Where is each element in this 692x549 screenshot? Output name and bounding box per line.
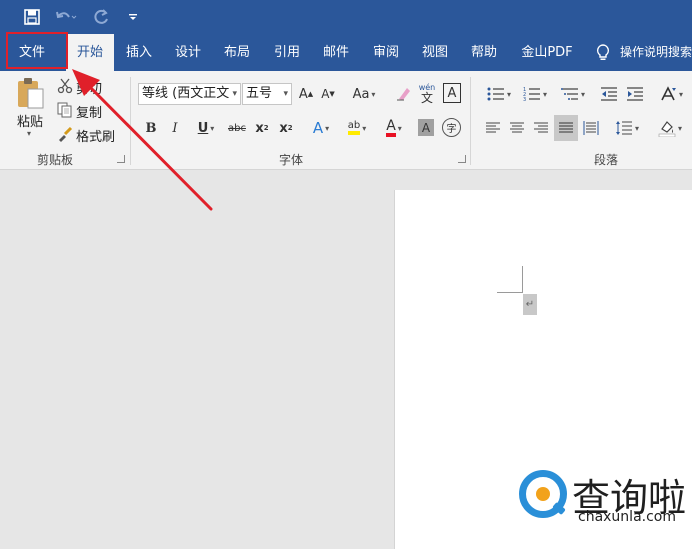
paste-icon[interactable] xyxy=(14,77,46,111)
strikethrough-glyph: abc xyxy=(228,122,246,134)
shading-button[interactable]: ▾ xyxy=(653,117,687,139)
font-size-value: 五号 xyxy=(246,86,273,101)
undo-icon[interactable] xyxy=(54,7,78,27)
quick-access-toolbar xyxy=(0,0,692,34)
underline-glyph: U xyxy=(197,120,209,136)
save-icon[interactable] xyxy=(22,7,42,27)
font-size-combo[interactable]: 五号 ▾ xyxy=(242,83,292,105)
shrink-font-glyph: A xyxy=(321,87,330,101)
align-right-icon[interactable] xyxy=(532,117,550,139)
tab-layout[interactable]: 布局 xyxy=(214,34,260,71)
font-name-combo[interactable]: 等线 (西文正文 ▾ xyxy=(138,83,241,105)
enclose-characters-glyph: 字 xyxy=(446,124,457,135)
grow-font-glyph: A xyxy=(298,86,308,102)
tab-review[interactable]: 审阅 xyxy=(362,34,410,71)
chevron-down-icon: ▾ xyxy=(283,89,288,99)
clipboard-launcher-icon[interactable] xyxy=(117,155,125,163)
watermark-url: chaxunla.com xyxy=(578,509,676,525)
chevron-down-icon: ▾ xyxy=(232,89,237,99)
italic-glyph: I xyxy=(172,120,178,136)
distributed-icon[interactable] xyxy=(581,117,601,139)
highlight-glyph: ab xyxy=(347,121,361,135)
tab-view[interactable]: 视图 xyxy=(412,34,458,71)
paragraph-group-label: 段落 xyxy=(594,153,619,167)
line-spacing-button[interactable]: ▾ xyxy=(611,117,643,139)
text-effects-glyph: A xyxy=(312,119,324,137)
font-color-glyph: A xyxy=(386,119,396,137)
paste-dropdown-arrow[interactable]: ▾ xyxy=(27,129,31,138)
text-effects-button[interactable]: A ▾ xyxy=(306,117,336,139)
tab-insert[interactable]: 插入 xyxy=(116,34,162,71)
paste-label[interactable]: 粘贴 xyxy=(17,111,43,130)
phonetic-bottom: 文 xyxy=(420,91,433,105)
subscript-small: 2 xyxy=(263,124,269,132)
tab-home[interactable]: 开始 xyxy=(66,34,114,71)
svg-text:3: 3 xyxy=(523,97,526,102)
numbering-button[interactable]: 1 2 3 ▾ xyxy=(519,83,551,105)
change-case-label: Aa xyxy=(352,86,370,102)
redo-icon[interactable] xyxy=(92,7,112,27)
increase-indent-icon[interactable] xyxy=(624,83,646,105)
bold-icon[interactable]: B xyxy=(143,117,159,139)
strikethrough-icon[interactable]: abc xyxy=(226,117,248,139)
character-shading-glyph: A xyxy=(421,120,431,135)
ribbon-tabs: 文件 开始 插入 设计 布局 引用 邮件 审阅 视图 帮助 金山PDF 操作说明… xyxy=(0,34,692,71)
tab-references[interactable]: 引用 xyxy=(264,34,310,71)
group-divider xyxy=(470,77,471,165)
bold-glyph: B xyxy=(145,120,157,136)
tell-me-search[interactable]: 操作说明搜索 xyxy=(620,34,692,71)
ribbon-home: 粘贴 ▾ 剪切 复制 格式刷 剪贴板 等线 (西文正文 ▾ 五号 ▾ A ▲ A ▼… xyxy=(0,71,692,170)
copy-label[interactable]: 复制 xyxy=(76,102,102,121)
customize-qat-icon[interactable] xyxy=(126,7,140,27)
change-case-button[interactable]: Aa ▾ xyxy=(348,83,380,105)
format-painter-label[interactable]: 格式刷 xyxy=(76,126,115,145)
superscript-small: 2 xyxy=(287,124,293,132)
tab-mailings[interactable]: 邮件 xyxy=(313,34,359,71)
format-painter-icon[interactable] xyxy=(56,125,74,143)
font-group-label: 字体 xyxy=(279,153,304,167)
font-launcher-icon[interactable] xyxy=(458,155,466,163)
subscript-icon[interactable]: x2 xyxy=(253,117,271,139)
superscript-icon[interactable]: x2 xyxy=(277,117,295,139)
file-tab-highlight-box xyxy=(6,32,68,69)
clear-formatting-icon[interactable] xyxy=(393,83,413,105)
justify-icon[interactable] xyxy=(554,115,578,141)
lightbulb-icon xyxy=(592,34,614,71)
word-window: 文件 开始 插入 设计 布局 引用 邮件 审阅 视图 帮助 金山PDF 操作说明… xyxy=(0,0,692,549)
subscript-glyph: x xyxy=(255,120,264,136)
tab-kingsoft-pdf[interactable]: 金山PDF xyxy=(512,34,582,71)
clipboard-group-label: 剪贴板 xyxy=(37,153,74,167)
multilevel-list-button[interactable]: ▾ xyxy=(557,83,589,105)
chinese-layout-button[interactable]: ▾ xyxy=(655,83,687,105)
margin-corner-mark xyxy=(497,292,523,293)
align-left-icon[interactable] xyxy=(484,117,502,139)
highlight-color-button[interactable]: ab ▾ xyxy=(341,117,373,139)
group-divider xyxy=(130,77,131,165)
copy-icon[interactable] xyxy=(56,101,74,119)
font-name-value: 等线 (西文正文 xyxy=(142,86,230,101)
italic-icon[interactable]: I xyxy=(167,117,183,139)
paragraph-mark-icon: ↵ xyxy=(523,294,537,315)
scissors-icon[interactable] xyxy=(56,77,74,95)
phonetic-guide-icon[interactable]: wén 文 xyxy=(416,81,438,107)
decrease-indent-icon[interactable] xyxy=(598,83,620,105)
superscript-glyph: x xyxy=(279,120,288,136)
font-color-button[interactable]: A ▾ xyxy=(378,117,410,139)
tab-design[interactable]: 设计 xyxy=(165,34,211,71)
character-border-glyph: A xyxy=(447,85,457,101)
margin-corner-mark xyxy=(522,266,523,293)
align-center-icon[interactable] xyxy=(508,117,526,139)
grow-font-icon[interactable]: A ▲ xyxy=(297,83,315,105)
character-border-icon[interactable]: A xyxy=(443,83,461,103)
tab-help[interactable]: 帮助 xyxy=(461,34,507,71)
watermark-logo-dot xyxy=(536,487,550,501)
character-shading-icon[interactable]: A xyxy=(418,119,434,136)
enclose-characters-icon[interactable]: 字 xyxy=(442,118,461,137)
cut-label[interactable]: 剪切 xyxy=(76,78,102,97)
underline-button[interactable]: U ▾ xyxy=(190,117,222,139)
shrink-font-icon[interactable]: A ▼ xyxy=(319,83,337,105)
bullets-button[interactable]: ▾ xyxy=(483,83,515,105)
